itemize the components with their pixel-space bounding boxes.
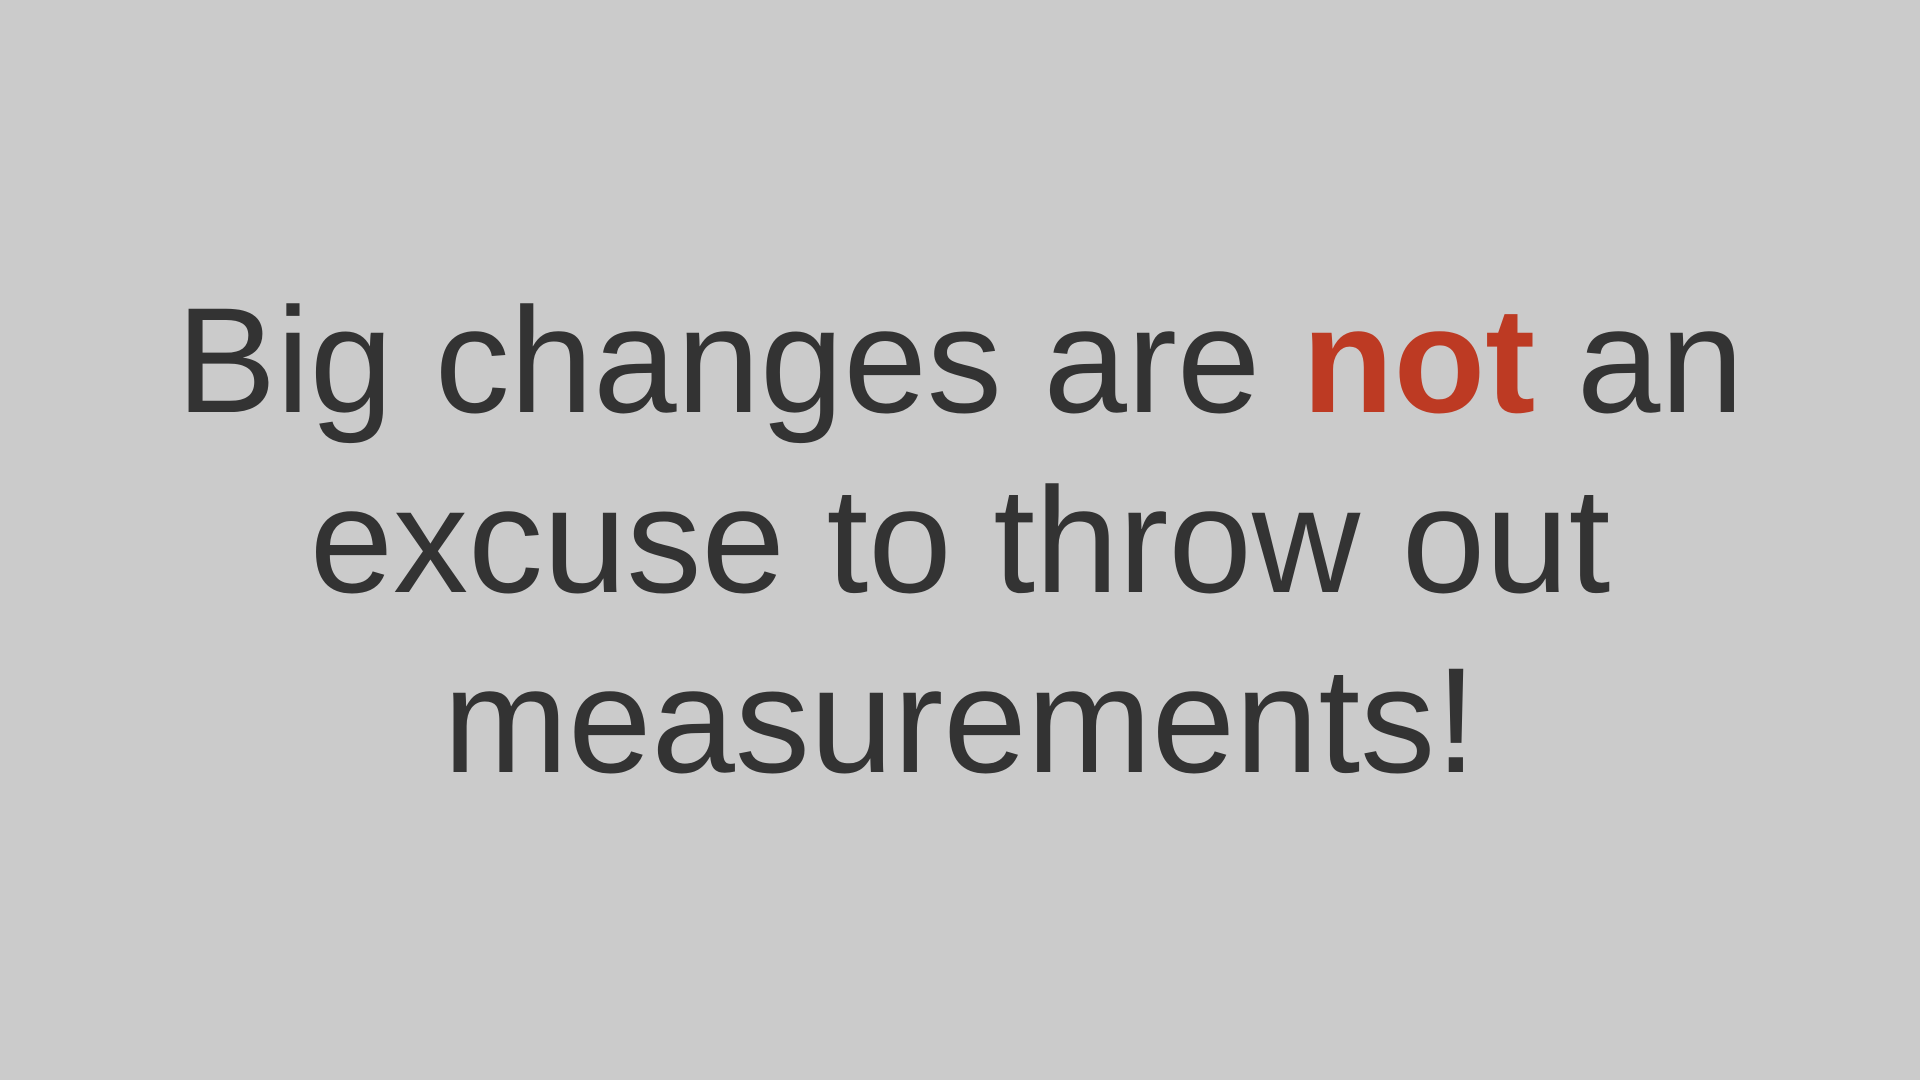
statement-text-before-emphasis: Big changes are [176,276,1302,444]
slide: Big changes are not an excuse to throw o… [0,0,1920,1080]
statement-line-2: excuse to throw out [309,456,1611,624]
slide-statement: Big changes are not an excuse to throw o… [80,270,1840,810]
emphasized-word: not [1302,276,1536,444]
statement-line-3: measurements! [443,636,1477,804]
statement-text-after-emphasis: an [1535,276,1744,444]
statement-line-1: Big changes are not an [80,270,1840,450]
